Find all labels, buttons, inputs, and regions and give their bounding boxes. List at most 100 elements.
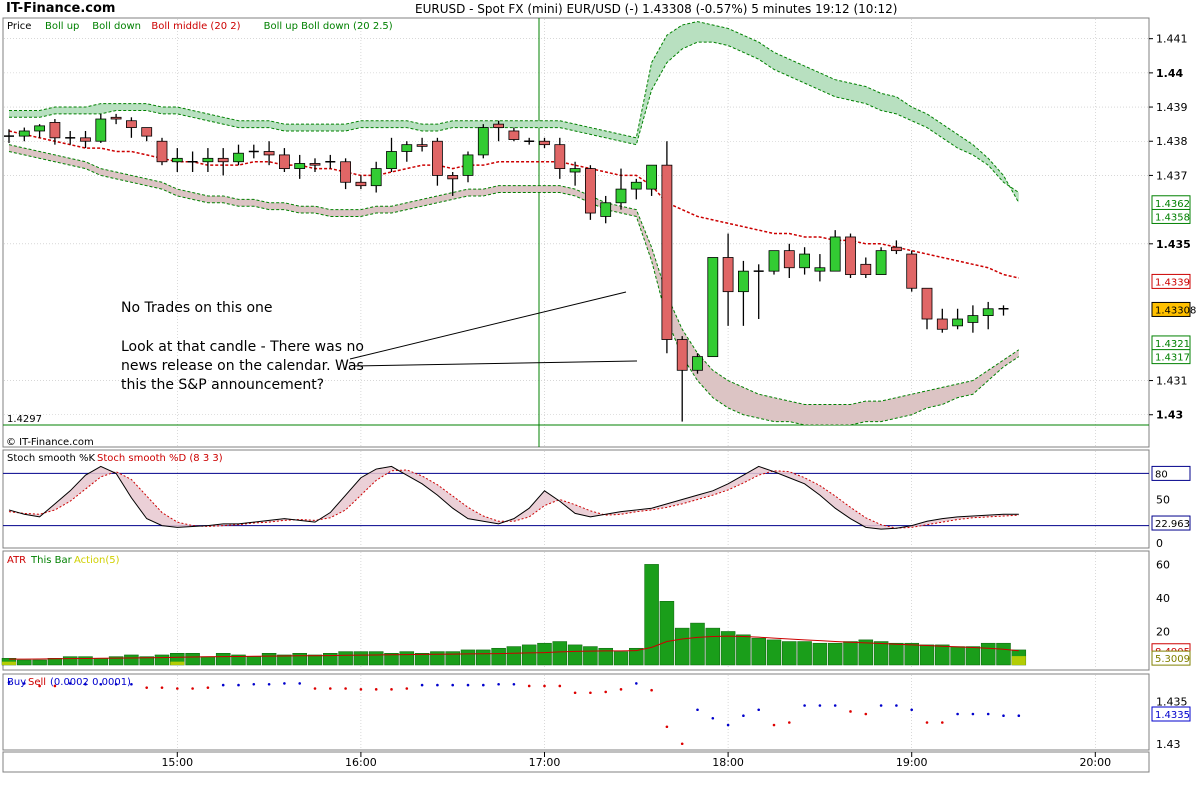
sell-signal-dot (160, 686, 164, 689)
atr-bar (476, 649, 491, 666)
atr-bar (935, 644, 950, 666)
annotation-line-3: this the S&P announcement? (121, 377, 324, 393)
sell-signal-dot (941, 721, 944, 724)
atr-axis-label: 20 (1156, 625, 1170, 638)
atr-bar (827, 642, 843, 666)
atr-bar (873, 641, 889, 666)
buy-signal-dot (252, 682, 256, 686)
atr-bar (307, 654, 323, 666)
atr-action-bar (2, 661, 16, 665)
candle-body-bull (829, 236, 841, 272)
candle-body-bear (217, 157, 229, 163)
buy-signal-dot (757, 708, 760, 712)
candle-body-bear (676, 339, 688, 371)
buy-signal-dot (298, 682, 302, 685)
chart-canvas[interactable]: 15:00 16:00 17:00 18:00 19:00 20:00 1.441 1.44 1… (0, 0, 1200, 800)
atr-bar (17, 659, 32, 666)
sell-signal-dot (573, 691, 577, 695)
candle-body-bull (692, 356, 703, 371)
atr-bar (368, 651, 384, 666)
price-value-badge-text: 1.4339 (1155, 277, 1190, 288)
candle-body-bull (814, 267, 826, 272)
price-value-badge-text: 1.4321 (1155, 339, 1190, 350)
price-axis-label: 1.435 (1156, 238, 1191, 251)
buy-signal-dot (910, 708, 913, 712)
atr-bar (674, 627, 690, 666)
atr-axis-label: 40 (1156, 592, 1170, 605)
buy-signal-dot (879, 704, 883, 707)
time-tick-label: 17:00 (529, 756, 561, 769)
buy-signal-dot (833, 704, 837, 707)
candle-body-bear (431, 140, 443, 176)
buy-signal-dot (803, 704, 806, 707)
sell-signal-dot (650, 688, 653, 692)
buy-signal-dot (956, 712, 959, 716)
candle-body-bear (845, 236, 856, 275)
atr-bar (200, 656, 216, 666)
atr-bar (980, 642, 996, 666)
time-tick-label: 16:00 (345, 756, 377, 769)
sell-signal-dot (313, 687, 317, 690)
atr-bar (460, 649, 476, 666)
candle-body-bear (80, 137, 91, 142)
sell-signal-dot (405, 687, 409, 690)
atr-bar (246, 656, 262, 666)
price-legend-entry: Boll middle (20 2) (151, 21, 240, 32)
candle-body-bull (34, 125, 45, 132)
atr-bar (843, 641, 858, 666)
candle-body-bear (508, 130, 520, 140)
sell-signal-dot (390, 688, 393, 691)
sell-signal-dot (680, 742, 684, 746)
buy-signal-dot (420, 683, 424, 687)
sell-signal-dot (604, 690, 607, 694)
candle-body-bull (233, 152, 244, 163)
candle-body-bull (95, 118, 107, 142)
period-low-label: 1.4297 (7, 414, 42, 425)
atr-bar (62, 656, 78, 666)
sell-signal-dot (374, 688, 378, 691)
candle-body-bull (18, 130, 30, 137)
atr-bar (414, 653, 430, 666)
candle-body-bull (967, 315, 979, 323)
sell-signal-dot (329, 687, 332, 690)
candle-body-bear (340, 161, 352, 183)
sell-signal-dot (191, 687, 194, 690)
candle-body-bear (936, 318, 948, 330)
candle-body-bear (263, 151, 275, 156)
price-value-badge-text: 1.4358 (1155, 212, 1190, 223)
action-label: Action(5) (74, 555, 120, 566)
candle-body-bear (141, 127, 153, 137)
candle-body-bear (110, 116, 122, 120)
candle-body-bear (355, 181, 367, 187)
price-axis-label: 1.441 (1156, 33, 1188, 46)
candle-body-bear (49, 122, 61, 139)
candle-body-bear (539, 140, 550, 146)
atr-bar (766, 639, 782, 666)
atr-bar (950, 646, 965, 666)
buy-signal-dot (1017, 714, 1021, 717)
buy-signal-dot (283, 682, 286, 685)
candle-body-bull (768, 250, 780, 272)
atr-bar (215, 653, 231, 666)
candle-body-bear (554, 144, 566, 169)
price-axis-label: 1.437 (1156, 169, 1188, 182)
price-legend-entry: Boll down (92, 21, 141, 32)
stoch-value-badge-text: 80 (1155, 469, 1168, 480)
time-tick-label: 15:00 (161, 756, 193, 769)
price-legend-entry: Boll up (45, 21, 79, 32)
price-value-badge-text: 1.4317 (1155, 353, 1190, 364)
atr-bar (690, 622, 705, 666)
price-value-badge-text: 1.4362 (1155, 199, 1190, 210)
atr-bar (93, 658, 109, 666)
time-tick-label: 20:00 (1079, 756, 1111, 769)
candle-body-bear (447, 175, 459, 180)
sell-signal-dot (359, 688, 363, 691)
candle-body-bull (294, 163, 306, 169)
atr-bar (659, 601, 675, 666)
sell-signal-dot (145, 686, 148, 689)
atr-bar (996, 642, 1011, 666)
buy-signal-dot (895, 704, 898, 707)
stoch-k-label: Stoch smooth %K (7, 453, 96, 464)
candle-body-bear (493, 123, 505, 128)
atr-action-bar (170, 661, 185, 665)
